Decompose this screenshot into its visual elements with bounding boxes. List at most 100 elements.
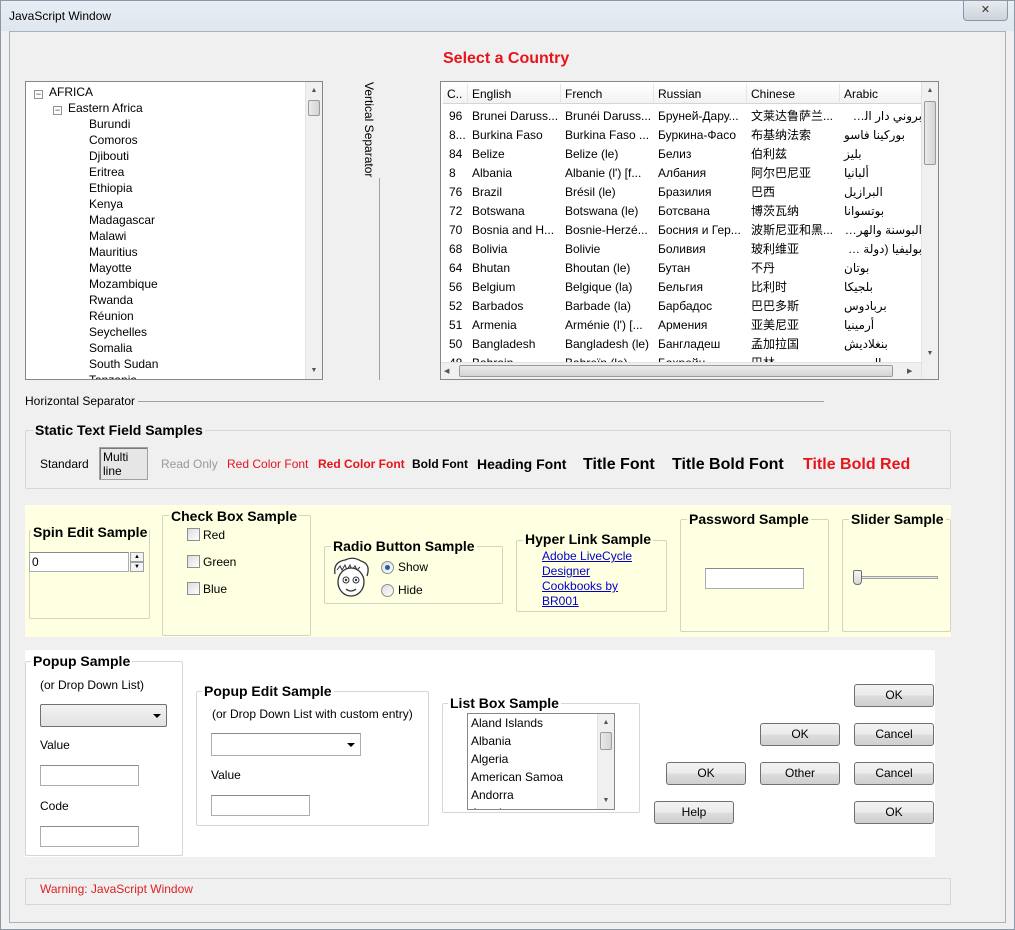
listbox-item[interactable]: Angola	[471, 804, 508, 809]
grid-cell[interactable]: 68	[443, 240, 468, 259]
grid-cell[interactable]: Brunéi Daruss...	[561, 107, 654, 126]
listbox-item[interactable]: Algeria	[471, 750, 508, 768]
scroll-right-arrow-icon[interactable]: ▶	[907, 363, 912, 379]
grid-cell[interactable]: Albania	[468, 164, 561, 183]
scroll-up-arrow-icon[interactable]: ▲	[922, 82, 938, 99]
spin-down-icon[interactable]: ▼	[130, 562, 144, 572]
popup-dropdown[interactable]	[40, 704, 167, 727]
grid-cell[interactable]: Босния и Гер...	[654, 221, 747, 240]
listbox-item[interactable]: Albania	[471, 732, 511, 750]
grid-cell[interactable]: Бразилия	[654, 183, 747, 202]
country-tree[interactable]: − AFRICA − Eastern Africa Burundi Comoros Dj…	[25, 81, 323, 380]
grid-cell[interactable]: Bhoutan (le)	[561, 259, 654, 278]
listbox-item[interactable]: Andorra	[471, 786, 514, 804]
hyperlink-line-2[interactable]: Designer	[542, 564, 590, 579]
grid-cell[interactable]: 70	[443, 221, 468, 240]
grid-cell[interactable]: Brazil	[468, 183, 561, 202]
hyperlink-line-3[interactable]: Cookbooks by	[542, 579, 618, 594]
grid-cell[interactable]: Albanie (l') [f...	[561, 164, 654, 183]
tree-node-country[interactable]: Burundi	[89, 116, 130, 132]
grid-cell[interactable]: Burkina Faso ...	[561, 126, 654, 145]
grid-cell[interactable]: Bosnia and H...	[468, 221, 561, 240]
scroll-left-arrow-icon[interactable]: ◀	[444, 363, 449, 379]
tree-node-country[interactable]: Madagascar	[89, 212, 155, 228]
tree-node-country[interactable]: Kenya	[89, 196, 123, 212]
tree-node-root[interactable]: − AFRICA	[34, 84, 93, 100]
grid-cell[interactable]: ألبانيا	[840, 164, 922, 183]
tree-node-country[interactable]: Djibouti	[89, 148, 129, 164]
grid-cell[interactable]: Belgique (la)	[561, 278, 654, 297]
grid-cell[interactable]: Barbade (la)	[561, 297, 654, 316]
tree-node-country[interactable]: Malawi	[89, 228, 126, 244]
grid-cell[interactable]: 72	[443, 202, 468, 221]
grid-cell[interactable]: Боливия	[654, 240, 747, 259]
grid-cell[interactable]: 文莱达鲁萨兰...	[747, 107, 840, 126]
scroll-thumb[interactable]	[924, 101, 936, 165]
grid-cell[interactable]: Бутан	[654, 259, 747, 278]
grid-cell[interactable]: بوركينا فاسو	[840, 126, 922, 145]
grid-cell[interactable]: Burkina Faso	[468, 126, 561, 145]
grid-cell[interactable]: Bhutan	[468, 259, 561, 278]
popup-edit-dropdown[interactable]	[211, 733, 361, 756]
tree-node-region[interactable]: − Eastern Africa	[53, 100, 143, 116]
grid-cell[interactable]: 76	[443, 183, 468, 202]
tree-node-country[interactable]: Mauritius	[89, 244, 138, 260]
ok-button-middle[interactable]: OK	[760, 723, 840, 746]
grid-cell[interactable]: Бангладеш	[654, 335, 747, 354]
grid-cell[interactable]: أرمينيا	[840, 316, 922, 335]
grid-cell[interactable]: 孟加拉国	[747, 335, 840, 354]
collapse-icon[interactable]: −	[34, 90, 43, 99]
close-button[interactable]: ✕	[963, 1, 1008, 21]
grid-cell[interactable]: 64	[443, 259, 468, 278]
grid-cell[interactable]: البوسنة والهرسك	[840, 221, 922, 240]
grid-cell[interactable]: بوتسوانا	[840, 202, 922, 221]
grid-column-header[interactable]: English	[468, 84, 561, 104]
other-button[interactable]: Other	[760, 762, 840, 785]
grid-cell[interactable]: Армения	[654, 316, 747, 335]
country-listbox[interactable]: Aland Islands Albania Algeria American Samo…	[467, 713, 615, 810]
grid-cell[interactable]: Белиз	[654, 145, 747, 164]
grid-cell[interactable]: بلجيكا	[840, 278, 922, 297]
scroll-thumb[interactable]	[308, 100, 320, 116]
grid-cell[interactable]: Албания	[654, 164, 747, 183]
grid-cell[interactable]: Belize	[468, 145, 561, 164]
tree-node-country[interactable]: Tanzania	[89, 372, 137, 379]
grid-cell[interactable]: البرازيل	[840, 183, 922, 202]
grid-cell[interactable]: Belize (le)	[561, 145, 654, 164]
country-grid[interactable]: C.. English French Russian Chinese Arabic 96 B…	[440, 81, 939, 380]
grid-cell[interactable]: 96	[443, 107, 468, 126]
grid-cell[interactable]: Ботсвана	[654, 202, 747, 221]
grid-cell[interactable]: 阿尔巴尼亚	[747, 164, 840, 183]
grid-cell[interactable]: بوليفيا (دولة - ا...	[840, 240, 922, 259]
tree-node-country[interactable]: Somalia	[89, 340, 132, 356]
grid-cell[interactable]: بليز	[840, 145, 922, 164]
checkbox-red[interactable]	[187, 528, 200, 541]
grid-cell[interactable]: 56	[443, 278, 468, 297]
grid-vscrollbar[interactable]: ▲ ▼	[921, 82, 938, 379]
grid-cell[interactable]: 波斯尼亚和黑...	[747, 221, 840, 240]
tree-node-country[interactable]: South Sudan	[89, 356, 158, 372]
grid-column-header[interactable]: C..	[443, 84, 468, 104]
help-button[interactable]: Help	[654, 801, 734, 824]
grid-cell[interactable]: 52	[443, 297, 468, 316]
grid-cell[interactable]: 84	[443, 145, 468, 164]
grid-cell[interactable]: Barbados	[468, 297, 561, 316]
grid-cell[interactable]: Bangladesh (le)	[561, 335, 654, 354]
radio-hide[interactable]	[381, 584, 394, 597]
scroll-thumb[interactable]	[459, 365, 893, 377]
popup-edit-value-input[interactable]	[211, 795, 310, 816]
grid-cell[interactable]: 伯利兹	[747, 145, 840, 164]
scroll-up-arrow-icon[interactable]: ▲	[306, 82, 322, 99]
listbox-scrollbar[interactable]: ▲ ▼	[597, 714, 614, 809]
tree-node-country[interactable]: Comoros	[89, 132, 138, 148]
tree-scrollbar[interactable]: ▲ ▼	[305, 82, 322, 379]
tree-node-country[interactable]: Mayotte	[89, 260, 132, 276]
grid-cell[interactable]: Brunei Daruss...	[468, 107, 561, 126]
grid-cell[interactable]: Bangladesh	[468, 335, 561, 354]
grid-column-header[interactable]: Russian	[654, 84, 747, 104]
spin-up-icon[interactable]: ▲	[130, 552, 144, 562]
cancel-button-top[interactable]: Cancel	[854, 723, 934, 746]
tree-node-country[interactable]: Ethiopia	[89, 180, 132, 196]
grid-cell[interactable]: 50	[443, 335, 468, 354]
slider-thumb[interactable]	[853, 570, 862, 585]
